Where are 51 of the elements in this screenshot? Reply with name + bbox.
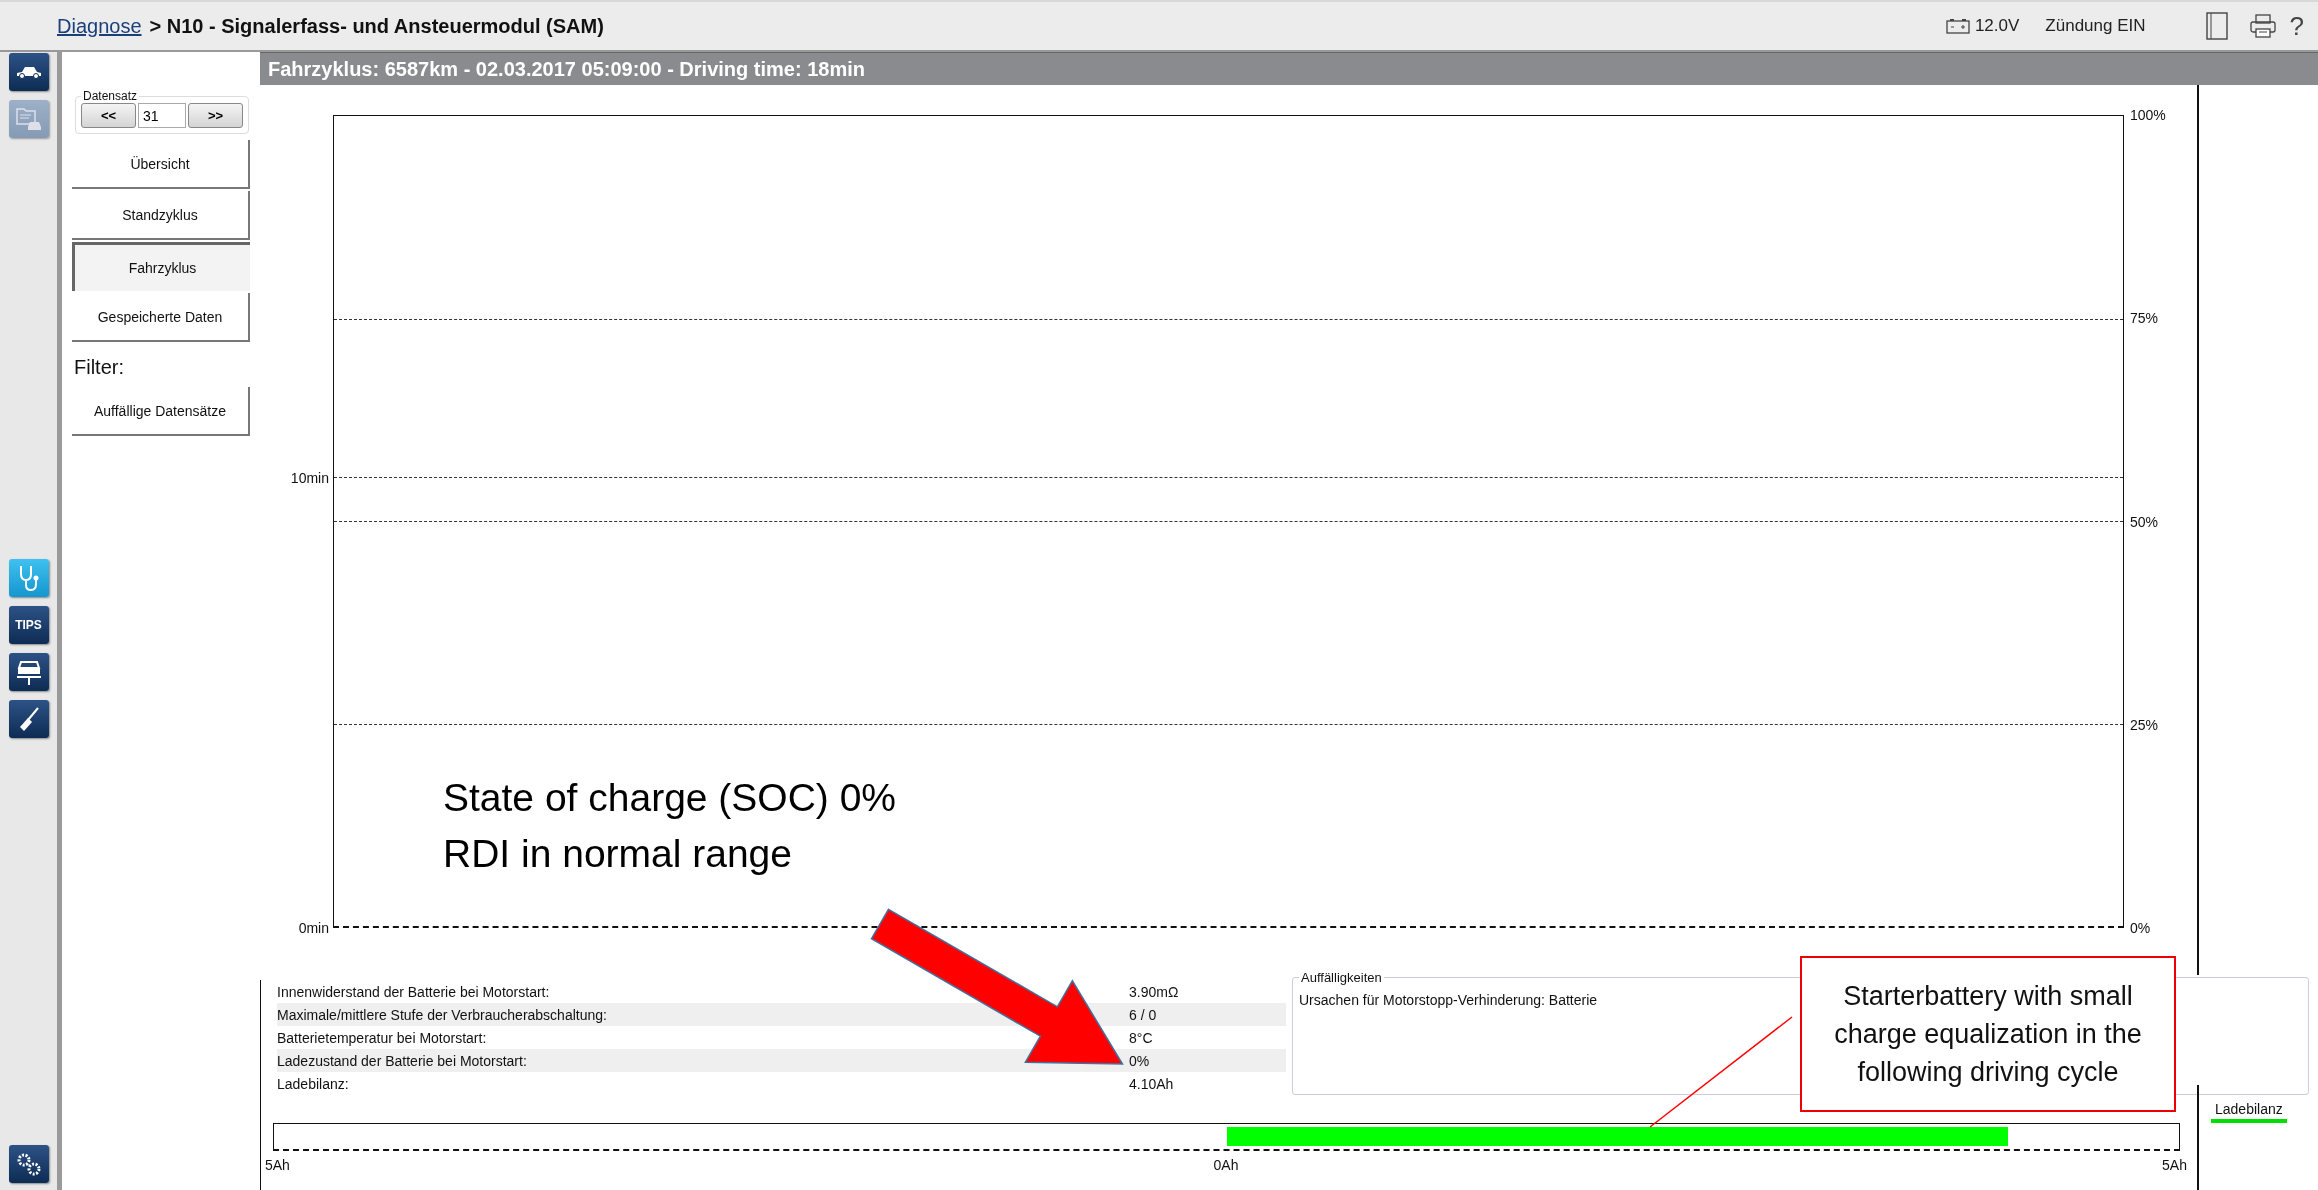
axis-label: 0Ah — [1213, 1157, 1239, 1173]
axis-label: 0min — [298, 920, 329, 936]
detail-value: 0% — [1129, 1052, 1151, 1069]
detail-label: Innenwiderstand der Batterie bei Motorstart: — [277, 983, 551, 1000]
ignition-status: Zündung EIN — [2045, 16, 2146, 36]
detail-label: Batterietemperatur bei Motorstart: — [277, 1029, 488, 1046]
axis-label: 50% — [2130, 513, 2159, 530]
help-button[interactable]: ? — [2289, 10, 2304, 42]
print-icon[interactable] — [2249, 14, 2276, 38]
axis-label: 75% — [2130, 310, 2159, 327]
car-icon[interactable] — [8, 53, 49, 91]
nav-button[interactable]: Fahrzyklus — [72, 242, 250, 291]
record-legend: Datensatz — [81, 89, 140, 103]
axis-label: 10min — [290, 469, 329, 486]
detail-value: 4.10Ah — [1129, 1075, 1175, 1092]
previous-button[interactable]: << — [81, 103, 136, 128]
filter-button[interactable]: Auffällige Datensätze — [72, 387, 250, 436]
detail-label: Ladezustand der Batterie bei Motorstart: — [277, 1052, 528, 1069]
nav-button[interactable]: Gespeicherte Daten — [72, 293, 250, 342]
finding-text: Ursachen für Motorstopp-Verhinderung: Batterie — [1299, 992, 1598, 1008]
book-icon[interactable] — [2205, 12, 2228, 40]
cycle-header: Fahrzyklus: 6587km - 02.03.2017 05:09:00 - Driving time: 18min — [260, 52, 2318, 85]
stethoscope-icon[interactable] — [8, 559, 49, 597]
detail-value: 3.90mΩ — [1129, 983, 1180, 1000]
breadcrumb-link[interactable]: Diagnose — [57, 14, 142, 38]
screwdriver-icon[interactable] — [8, 700, 49, 738]
voltage-reading: 12.0V — [1974, 16, 2020, 36]
battery-icon — [1945, 18, 1970, 34]
record-field[interactable]: 31 — [138, 103, 186, 128]
legend-label: Ladebilanz — [2211, 1101, 2287, 1123]
detail-label: Maximale/mittlere Stufe der Verbraucherabschaltung: — [277, 1006, 608, 1023]
filter-label: Filter: — [74, 356, 125, 379]
axis-label: 5Ah — [265, 1157, 290, 1173]
findings-legend: Auffälligkeiten — [1299, 970, 1384, 985]
axis-label: 5Ah — [2162, 1157, 2187, 1173]
callout-box: Starterbattery with small charge equalization in the following driving cycle — [1800, 956, 2176, 1112]
nav-button[interactable]: Standzyklus — [72, 191, 250, 240]
page-title: > N10 - Signalerfass- und Ansteuermodul (SAM) — [149, 14, 604, 38]
nav-button[interactable]: Übersicht — [72, 140, 250, 189]
car-lift-icon[interactable] — [8, 653, 49, 691]
axis-label: 0% — [2130, 920, 2151, 936]
annotation-text: State of charge (SOC) 0% — [443, 775, 897, 821]
settings-icon[interactable] — [8, 1145, 49, 1183]
axis-label: 100% — [2130, 107, 2166, 123]
annotation-text: RDI in normal range — [443, 831, 793, 877]
axis-label: 25% — [2130, 716, 2159, 733]
detail-value: 8°C — [1129, 1029, 1154, 1046]
detail-value: 6 / 0 — [1129, 1006, 1158, 1023]
tips-button[interactable]: TIPS — [8, 606, 49, 644]
next-button[interactable]: >> — [188, 103, 243, 128]
detail-label: Ladebilanz: — [277, 1075, 350, 1092]
